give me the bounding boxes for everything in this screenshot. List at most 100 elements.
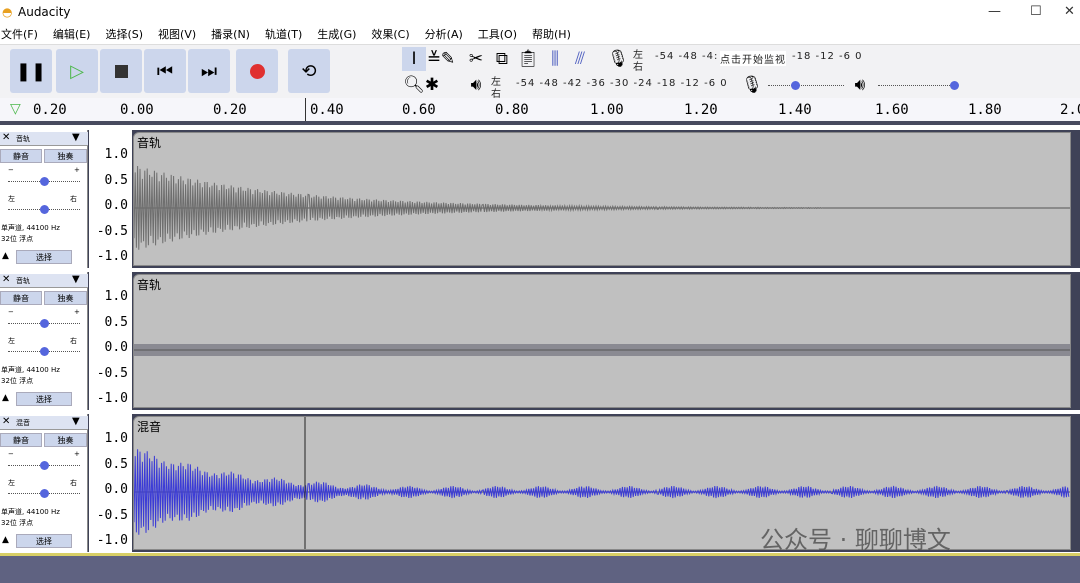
play-head-icon[interactable]: ▽ <box>10 101 21 117</box>
collapse-track-icon[interactable]: ▲ <box>2 535 9 545</box>
solo-button[interactable]: 独奏 <box>44 149 87 163</box>
waveform-area[interactable]: 音轨 <box>133 274 1071 408</box>
track-select-button[interactable]: 选择 <box>16 392 72 406</box>
record-meter-scale-2[interactable]: -18 -12 -6 0 <box>792 51 863 62</box>
solo-button[interactable]: 独奏 <box>44 433 87 447</box>
gain-minus-label: − <box>8 450 14 458</box>
track-close-button[interactable]: ✕ <box>2 416 10 427</box>
stop-button[interactable] <box>100 49 142 93</box>
track-menu-dropdown-icon[interactable]: ▼ <box>72 416 80 427</box>
record-icon <box>249 63 265 79</box>
ruler-tick-label: 1.60 <box>875 102 909 118</box>
ruler-tick-label: 0.80 <box>495 102 529 118</box>
track-sample-format: 32位 浮点 <box>1 377 34 385</box>
play-button[interactable]: ▷ <box>56 49 98 93</box>
ruler-tick-label: 0.20 <box>33 102 67 118</box>
skip-end-button[interactable]: ⏭ <box>188 49 230 93</box>
draw-tool-icon[interactable]: ✎ <box>436 47 460 71</box>
menu-help[interactable]: 帮助(H) <box>531 24 577 44</box>
track-name-menu[interactable]: 混音 <box>16 418 30 428</box>
cut-icon[interactable]: ✂ <box>464 47 488 71</box>
track-close-button[interactable]: ✕ <box>2 274 10 285</box>
pan-slider-knob[interactable] <box>40 489 49 498</box>
playback-meter-speaker-icon[interactable]: 🔊︎ <box>464 73 488 97</box>
scale-label: -1.0 <box>96 391 128 406</box>
track-name-menu[interactable]: 音轨 <box>16 276 30 286</box>
pan-slider-knob[interactable] <box>40 205 49 214</box>
recording-volume-knob[interactable] <box>790 81 800 90</box>
scale-label: -1.0 <box>96 249 128 264</box>
vertical-scale[interactable]: 1.0 0.5 0.0 -0.5 -1.0 <box>89 414 132 552</box>
gain-slider-knob[interactable] <box>40 319 49 328</box>
gain-minus-label: − <box>8 308 14 316</box>
scale-label: -1.0 <box>96 533 128 548</box>
menu-generate[interactable]: 生成(G) <box>316 24 362 44</box>
skip-start-button[interactable]: ⏮ <box>144 49 186 93</box>
minimize-button[interactable]: — <box>988 4 1001 19</box>
ruler-tick-label: 2.0 <box>1060 102 1080 118</box>
record-meter-hint[interactable]: 点击开始监视 <box>720 51 786 66</box>
pan-right-label: 右 <box>70 195 77 203</box>
ruler-tick-label: 0.60 <box>402 102 436 118</box>
gain-slider-knob[interactable] <box>40 177 49 186</box>
rec-right-label: 右 <box>633 62 644 73</box>
vertical-scale[interactable]: 1.0 0.5 0.0 -0.5 -1.0 <box>89 130 132 268</box>
playback-volume-slider[interactable] <box>878 85 954 86</box>
silence-icon[interactable]: ⫻ <box>568 47 592 71</box>
track-select-button[interactable]: 选择 <box>16 250 72 264</box>
recording-volume-slider[interactable] <box>768 85 844 86</box>
gain-slider-knob[interactable] <box>40 461 49 470</box>
scale-label: 1.0 <box>104 147 128 162</box>
gain-minus-label: − <box>8 166 14 174</box>
scale-label: -0.5 <box>96 507 128 523</box>
playback-volume-knob[interactable] <box>950 81 959 90</box>
menu-view[interactable]: 视图(V) <box>157 24 202 44</box>
menu-edit[interactable]: 编辑(E) <box>52 24 97 44</box>
ruler-tick-label: 1.00 <box>590 102 624 118</box>
pause-button[interactable]: ❚❚ <box>10 49 52 93</box>
menu-tools[interactable]: 工具(O) <box>477 24 523 44</box>
track-menu-dropdown-icon[interactable]: ▼ <box>72 132 80 143</box>
close-button[interactable]: ✕ <box>1064 4 1075 19</box>
skip-end-icon: ⏭ <box>200 60 218 82</box>
play-icon: ▷ <box>70 60 84 82</box>
mute-button[interactable]: 静音 <box>0 291 42 305</box>
paste-icon[interactable]: 📋︎ <box>516 47 540 71</box>
waveform <box>134 165 1070 250</box>
cursor-line <box>305 98 306 121</box>
timeline-ruler[interactable]: ▽ 0.20 0.00 0.20 0.40 0.60 0.80 1.00 1.20 1.40 1.… <box>0 98 1080 125</box>
mute-button[interactable]: 静音 <box>0 149 42 163</box>
gain-plus-label: + <box>74 450 80 458</box>
pan-slider-knob[interactable] <box>40 347 49 356</box>
record-meter-scale[interactable]: -54 -48 -4: <box>655 51 718 62</box>
menu-select[interactable]: 选择(S) <box>104 24 149 44</box>
collapse-track-icon[interactable]: ▲ <box>2 251 9 261</box>
menu-analyze[interactable]: 分析(A) <box>424 24 469 44</box>
menu-effect[interactable]: 效果(C) <box>370 24 415 44</box>
mic-volume-icon: 🎙︎ <box>741 75 763 95</box>
track-close-button[interactable]: ✕ <box>2 132 10 143</box>
mute-button[interactable]: 静音 <box>0 433 42 447</box>
record-meter-mic-icon[interactable]: 🎙︎ <box>606 47 630 71</box>
menu-transport[interactable]: 播录(N) <box>210 24 256 44</box>
playback-meter-scale[interactable]: -54 -48 -42 -36 -30 -24 -18 -12 -6 0 <box>516 78 728 89</box>
multi-tool-icon[interactable]: ✱ <box>420 73 444 97</box>
record-button[interactable] <box>236 49 278 93</box>
collapse-track-icon[interactable]: ▲ <box>2 393 9 403</box>
solo-button[interactable]: 独奏 <box>44 291 87 305</box>
menu-tracks[interactable]: 轨道(T) <box>264 24 308 44</box>
loop-button[interactable]: ⟲ <box>288 49 330 93</box>
maximize-button[interactable]: ☐ <box>1030 4 1042 19</box>
track-select-button[interactable]: 选择 <box>16 534 72 548</box>
track-control-panel: ✕ 音轨 ▼ 静音 独奏 − + 左 右 单声道, 44100 Hz 32位 浮… <box>0 272 88 410</box>
loop-icon: ⟲ <box>301 60 317 82</box>
waveform-area[interactable]: 音轨 <box>133 132 1071 266</box>
track-name-menu[interactable]: 音轨 <box>16 134 30 144</box>
trim-icon[interactable]: ⫼ <box>543 47 567 71</box>
title-bar: ◓ Audacity — ☐ ✕ <box>0 0 1080 24</box>
vertical-scale[interactable]: 1.0 0.5 0.0 -0.5 -1.0 <box>89 272 132 410</box>
menu-file[interactable]: 文件(F) <box>0 24 44 44</box>
track-menu-dropdown-icon[interactable]: ▼ <box>72 274 80 285</box>
copy-icon[interactable]: ⧉ <box>490 47 514 71</box>
gain-plus-label: + <box>74 166 80 174</box>
